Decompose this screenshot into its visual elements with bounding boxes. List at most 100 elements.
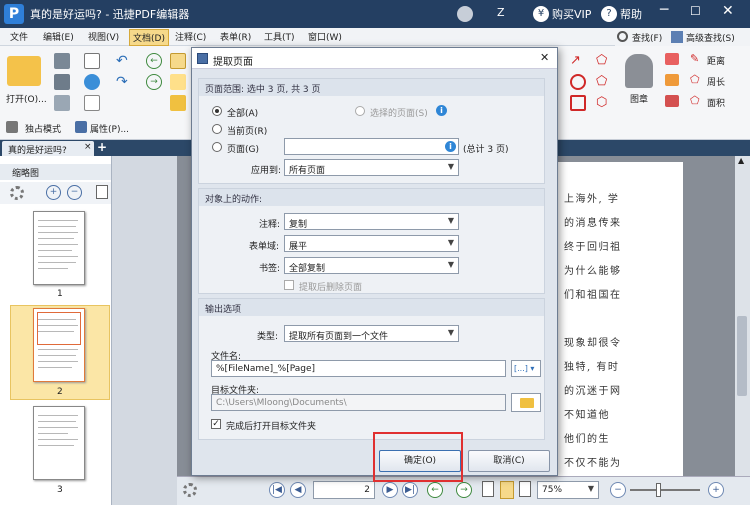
hand-tool-icon[interactable]	[170, 53, 186, 69]
scan-icon[interactable]	[54, 95, 70, 111]
select-text-icon[interactable]	[170, 74, 186, 90]
browse-folder-button[interactable]	[511, 393, 541, 412]
annotations-select[interactable]: 复制 ▼	[284, 213, 459, 230]
oval-tool-icon[interactable]	[570, 74, 586, 90]
filename-input[interactable]: %[FileName]_%[Page]	[211, 360, 506, 377]
arrow-tool-icon[interactable]: ↗	[570, 53, 586, 69]
forward-icon[interactable]: →	[146, 74, 162, 90]
menu-edit[interactable]: 编辑(E)	[43, 30, 74, 43]
prev-page-button[interactable]: ◀	[290, 482, 306, 498]
dialog-close-button[interactable]: ✕	[540, 51, 549, 64]
redo-icon[interactable]: ↷	[116, 74, 132, 90]
radio-all-pages[interactable]	[212, 106, 222, 116]
thumbnail-page-3[interactable]	[33, 406, 85, 480]
single-page-icon[interactable]	[482, 481, 494, 497]
zoom-out-button[interactable]: −	[610, 482, 626, 498]
cancel-button[interactable]: 取消(C)	[468, 450, 550, 472]
advanced-find-button[interactable]: 高级查找(S)	[686, 31, 735, 44]
apply-to-select[interactable]: 所有页面 ▼	[284, 159, 459, 176]
close-window-button[interactable]: ✕	[722, 3, 734, 19]
menu-form[interactable]: 表单(R)	[220, 30, 251, 43]
eraser-icon[interactable]	[665, 53, 679, 65]
user-avatar-icon[interactable]	[457, 6, 473, 22]
hexagon-tool-icon[interactable]: ⬡	[596, 95, 612, 111]
polygon-tool-icon[interactable]: ⬠	[596, 53, 612, 69]
form-fields-select[interactable]: 展平 ▼	[284, 235, 459, 252]
stamp-label[interactable]: 图章	[630, 92, 648, 105]
history-forward-button[interactable]: →	[456, 482, 472, 498]
target-folder-input[interactable]: C:\Users\Mloong\Documents\	[211, 394, 506, 411]
bookmarks-select[interactable]: 全部复制 ▼	[284, 257, 459, 274]
page-range-info-icon[interactable]: i	[445, 141, 456, 152]
status-gear-icon[interactable]	[183, 483, 197, 497]
exclusive-mode-label[interactable]: 独占模式	[25, 122, 61, 135]
back-icon[interactable]: ←	[146, 53, 162, 69]
print-icon[interactable]	[54, 74, 70, 90]
next-page-button[interactable]: ▶	[382, 482, 398, 498]
open-folder-label[interactable]: 完成后打开目标文件夹	[226, 419, 316, 432]
menu-document[interactable]: 文档(D)	[129, 29, 169, 46]
rotate-left-icon[interactable]	[96, 185, 108, 199]
selected-pages-info-icon[interactable]: i	[436, 105, 447, 116]
open-button-label[interactable]: 打开(O)...	[6, 92, 47, 105]
output-type-select[interactable]: 提取所有页面到一个文件 ▼	[284, 325, 459, 342]
distance-label[interactable]: 距离	[707, 54, 725, 67]
stamp-icon[interactable]	[625, 54, 653, 88]
zoom-out-icon[interactable]: −	[67, 185, 82, 200]
open-folder-icon[interactable]	[7, 56, 41, 86]
properties-label[interactable]: 属性(P)...	[90, 122, 129, 135]
scroll-thumb[interactable]	[737, 316, 747, 396]
zoom-slider-handle[interactable]	[656, 483, 661, 497]
cloud-icon[interactable]	[84, 74, 100, 90]
open-folder-checkbox[interactable]: ✓	[211, 419, 221, 429]
undo-icon[interactable]: ↶	[116, 53, 132, 69]
zoom-in-button[interactable]: +	[708, 482, 724, 498]
thumbnail-page-1[interactable]	[33, 211, 85, 285]
radio-page-range[interactable]	[212, 142, 222, 152]
menu-file[interactable]: 文件	[10, 30, 28, 43]
facing-page-icon[interactable]	[519, 481, 531, 497]
rectangle-tool-icon[interactable]	[570, 95, 586, 111]
area-tool-icon[interactable]: ⬠	[690, 95, 702, 107]
radio-all-pages-label[interactable]: 全部(A)	[227, 106, 258, 119]
measure-icon[interactable]	[665, 95, 679, 107]
find-button[interactable]: 查找(F)	[632, 31, 662, 44]
scroll-up-icon[interactable]: ▲	[738, 156, 744, 165]
settings-gear-icon[interactable]	[10, 186, 24, 200]
first-page-button[interactable]: |◀	[269, 482, 285, 498]
new-tab-button[interactable]: +	[97, 140, 107, 154]
last-page-button[interactable]: ▶|	[402, 482, 418, 498]
perimeter-label[interactable]: 周长	[707, 75, 725, 88]
perimeter-tool-icon[interactable]: ⬠	[690, 74, 702, 86]
continuous-page-icon[interactable]	[500, 481, 514, 499]
radio-page-range-label[interactable]: 页面(G)	[227, 142, 259, 155]
snapshot-icon[interactable]	[170, 95, 186, 111]
history-back-button[interactable]: ←	[427, 482, 443, 498]
save-icon[interactable]	[54, 53, 70, 69]
menu-comment[interactable]: 注释(C)	[175, 30, 206, 43]
document-tab-close-icon[interactable]: ×	[84, 142, 92, 152]
page-number-input[interactable]: 2	[313, 481, 375, 499]
zoom-in-icon[interactable]: +	[46, 185, 61, 200]
vertical-scrollbar[interactable]: ▲	[735, 156, 750, 476]
buy-vip-link[interactable]: 购买VIP	[552, 6, 591, 22]
thumbnail-page-2[interactable]	[33, 308, 85, 382]
menu-view[interactable]: 视图(V)	[88, 30, 119, 43]
ruler-icon[interactable]	[665, 74, 679, 86]
pentagon-tool-icon[interactable]: ⬠	[596, 74, 612, 90]
zoom-select[interactable]: 75% ▼	[537, 481, 599, 499]
zoom-slider[interactable]	[630, 483, 700, 497]
user-initial[interactable]: Z	[497, 6, 505, 19]
menu-window[interactable]: 窗口(W)	[308, 30, 342, 43]
radio-current-page-label[interactable]: 当前页(R)	[227, 124, 267, 137]
minimize-button[interactable]: ─	[660, 2, 668, 18]
panel-splitter[interactable]	[112, 156, 177, 505]
page-range-input[interactable]	[284, 138, 459, 155]
maximize-button[interactable]: ☐	[690, 4, 701, 18]
filename-macro-button[interactable]: [...] ▾	[511, 360, 541, 377]
document-tab[interactable]: 真的是好运吗? ×	[2, 141, 94, 156]
radio-current-page[interactable]	[212, 124, 222, 134]
email-icon[interactable]	[84, 53, 100, 69]
area-label[interactable]: 面积	[707, 96, 725, 109]
document-icon[interactable]	[84, 95, 100, 111]
